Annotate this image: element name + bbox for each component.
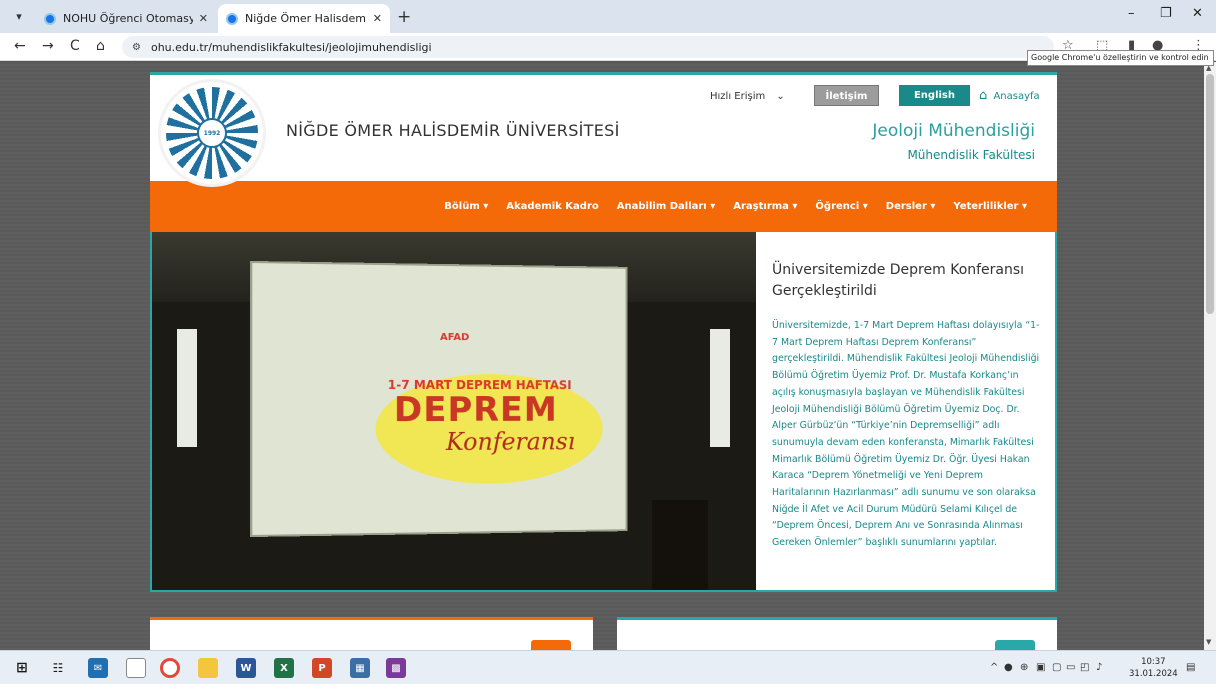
poster-afad-logo: AFAD [440, 332, 469, 343]
tray-overflow-icon[interactable]: ^ [990, 662, 998, 673]
news-text-panel: Üniversitemizde Deprem Konferansı Gerçek… [772, 260, 1042, 552]
tab-title: NOHU Öğrenci Otomasyon Sist [63, 12, 193, 25]
news-title[interactable]: Üniversitemizde Deprem Konferansı Gerçek… [772, 260, 1042, 302]
back-button[interactable]: ← [14, 38, 26, 54]
restore-button[interactable]: ❐ [1160, 6, 1172, 21]
windows-taskbar: ⊞ ☷ ✉ W X P ▦ ▩ ^ ● ⊕ ▣ ▢ ▭ ◰ ♪ 10:37 31… [0, 650, 1216, 684]
minimize-button[interactable]: – [1128, 6, 1135, 21]
tray-volume-icon[interactable]: ♪ [1096, 662, 1102, 673]
quick-access-dropdown[interactable]: Hızlı Erişim ⌄ [710, 87, 785, 107]
faculty-title: Mühendislik Fakültesi [907, 148, 1035, 162]
tray-storage-icon[interactable]: ▭ [1066, 662, 1075, 673]
tab-close-icon[interactable]: ✕ [373, 12, 382, 25]
close-window-button[interactable]: ✕ [1192, 6, 1203, 21]
menu-akademik-kadro[interactable]: Akademik Kadro [506, 201, 599, 212]
poster-subtitle: Konferansı [446, 428, 575, 456]
menu-ogrenci[interactable]: Öğrenci ▾ [815, 201, 867, 212]
tab-jeoloji[interactable]: Niğde Ömer Halisdemir Üniver ✕ [218, 4, 390, 33]
tab-close-icon[interactable]: ✕ [199, 12, 208, 25]
page-viewport: 1992 NİĞDE ÖMER HALİSDEMİR ÜNİVERSİTESİ … [0, 62, 1204, 650]
main-menu: Bölüm ▾ Akademik Kadro Anabilim Dalları … [150, 181, 1057, 232]
menu-bolum[interactable]: Bölüm ▾ [444, 201, 488, 212]
card-tab[interactable] [531, 640, 571, 650]
chrome-icon[interactable] [160, 658, 180, 678]
tray-network-icon[interactable]: ⊕ [1020, 662, 1028, 673]
contact-button[interactable]: İletişim [814, 85, 879, 106]
tray-security-icon[interactable]: ▣ [1036, 662, 1045, 673]
task-view-icon[interactable]: ☷ [48, 658, 68, 678]
home-link-label: Anasayfa [993, 91, 1039, 102]
department-title: Jeoloji Mühendisliği [872, 121, 1035, 141]
card-tab[interactable] [995, 640, 1035, 650]
menu-anabilim-dallari[interactable]: Anabilim Dalları ▾ [617, 201, 715, 212]
menu-tooltip: Google Chrome'u özelleştirin ve kontrol … [1027, 50, 1214, 66]
menu-yeterlilikler[interactable]: Yeterlilikler ▾ [953, 201, 1027, 212]
lower-cards [150, 617, 1057, 650]
new-tab-button[interactable]: + [397, 7, 411, 27]
favicon-icon [44, 13, 56, 25]
page-scrollbar[interactable]: ▲ ▼ [1204, 62, 1216, 650]
quick-access-label: Hızlı Erişim [710, 91, 765, 102]
scroll-thumb[interactable] [1206, 74, 1214, 314]
word-icon[interactable]: W [236, 658, 256, 678]
site-info-icon[interactable]: ⚙ [132, 42, 141, 53]
mail-icon[interactable]: ✉ [88, 658, 108, 678]
news-photo[interactable]: AFAD 1-7 MART DEPREM HAFTASI DEPREM Konf… [152, 232, 756, 590]
scroll-down-icon[interactable]: ▼ [1206, 638, 1211, 646]
tab-search-icon[interactable]: ▾ [10, 8, 28, 26]
projection-screen: AFAD 1-7 MART DEPREM HAFTASI DEPREM Konf… [250, 261, 627, 537]
home-button[interactable]: ⌂ [96, 38, 105, 54]
tray-wifi-icon[interactable]: ◰ [1080, 662, 1089, 673]
tray-display-icon[interactable]: ▢ [1052, 662, 1061, 673]
site-container: 1992 NİĞDE ÖMER HALİSDEMİR ÜNİVERSİTESİ … [150, 72, 1057, 592]
browser-tab-strip: ▾ NOHU Öğrenci Otomasyon Sist ✕ Niğde Öm… [0, 0, 1216, 33]
clock-date: 31.01.2024 [1129, 668, 1178, 680]
home-icon: ⌂ [979, 88, 987, 103]
system-clock[interactable]: 10:37 31.01.2024 [1129, 656, 1178, 680]
notifications-icon[interactable]: ▤ [1186, 662, 1195, 673]
english-button[interactable]: English [899, 85, 970, 106]
logo-ring-icon: 1992 [166, 87, 258, 179]
chevron-down-icon: ⌄ [776, 91, 784, 102]
blank-app-icon[interactable] [126, 658, 146, 678]
university-name[interactable]: NİĞDE ÖMER HALİSDEMİR ÜNİVERSİTESİ [286, 121, 620, 140]
tab-title: Niğde Ömer Halisdemir Üniver [245, 12, 367, 25]
reload-button[interactable]: C [70, 38, 80, 54]
university-logo[interactable]: 1992 [158, 79, 266, 187]
start-menu-icon[interactable]: ⊞ [12, 658, 32, 678]
poster-headline: DEPREM [394, 390, 558, 430]
photo-podium [652, 500, 708, 590]
site-header: 1992 NİĞDE ÖMER HALİSDEMİR ÜNİVERSİTESİ … [150, 72, 1057, 181]
tab-otomasyon[interactable]: NOHU Öğrenci Otomasyon Sist ✕ [36, 4, 216, 33]
home-link[interactable]: ⌂ Anasayfa [979, 85, 1040, 106]
tray-app-icon[interactable]: ● [1004, 662, 1013, 673]
favicon-icon [226, 13, 238, 25]
excel-icon[interactable]: X [274, 658, 294, 678]
photo-banner-right [710, 329, 730, 447]
address-text: ohu.edu.tr/muhendislikfakultesi/jeolojim… [151, 41, 432, 54]
news-body: Üniversitemizde, 1-7 Mart Deprem Haftası… [772, 318, 1042, 552]
forward-button[interactable]: → [42, 38, 54, 54]
events-card [617, 617, 1057, 650]
announcements-card [150, 617, 593, 650]
file-explorer-icon[interactable] [198, 658, 218, 678]
photo-banner-left [177, 329, 197, 447]
clock-time: 10:37 [1129, 656, 1178, 668]
calculator-icon[interactable]: ▦ [350, 658, 370, 678]
paint-icon[interactable]: ▩ [386, 658, 406, 678]
menu-arastirma[interactable]: Araştırma ▾ [733, 201, 797, 212]
powerpoint-icon[interactable]: P [312, 658, 332, 678]
logo-year: 1992 [197, 118, 227, 148]
menu-dersler[interactable]: Dersler ▾ [886, 201, 936, 212]
featured-news: AFAD 1-7 MART DEPREM HAFTASI DEPREM Konf… [150, 232, 1057, 592]
address-bar[interactable]: ⚙ ohu.edu.tr/muhendislikfakultesi/jeoloj… [122, 36, 1054, 58]
